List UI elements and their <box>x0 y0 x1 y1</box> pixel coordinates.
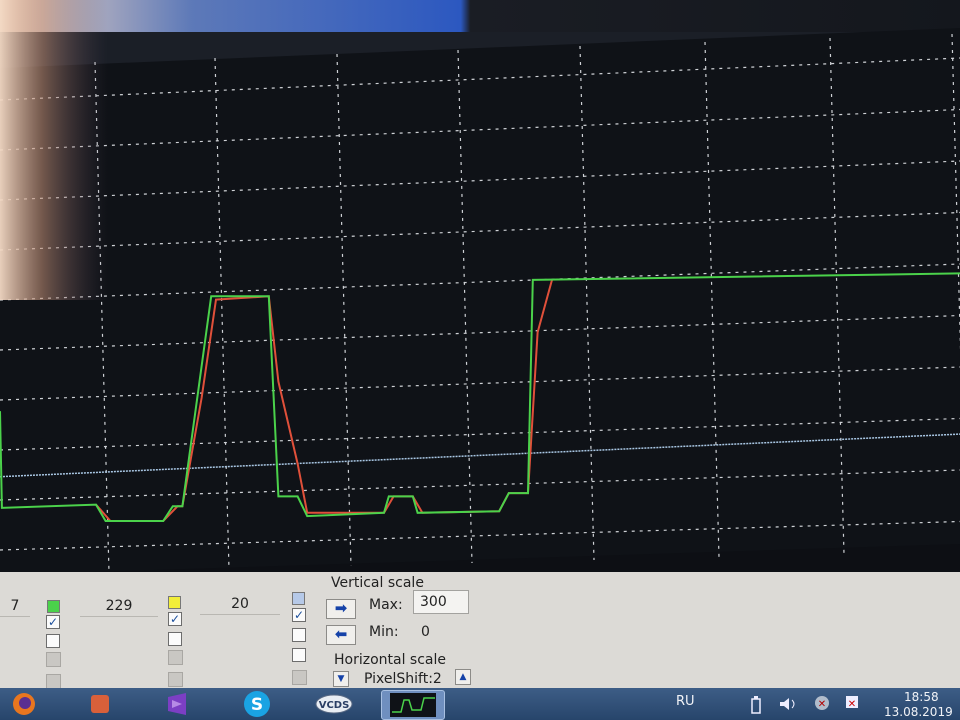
firefox-icon[interactable] <box>4 690 44 718</box>
channel-3c-checkbox[interactable] <box>292 648 306 662</box>
visual-studio-icon[interactable] <box>155 690 199 718</box>
channel-1d-checkbox <box>46 674 61 689</box>
vcds-icon[interactable]: VCDS <box>312 690 356 718</box>
channel-1-value: 7 <box>0 596 30 617</box>
clock-time[interactable]: 18:58 <box>904 690 939 704</box>
network-icon[interactable]: ✕ <box>812 694 832 716</box>
channel-3-value: 20 <box>200 594 280 615</box>
channel-2-color-swatch <box>168 596 181 609</box>
horizontal-scale-label: Horizontal scale <box>334 652 447 668</box>
increase-scale-button[interactable]: ➡ <box>326 599 356 619</box>
channel-2c-checkbox <box>168 650 183 665</box>
channel-3-checkbox[interactable]: ✓ <box>292 608 306 622</box>
svg-text:S: S <box>251 695 263 715</box>
decrease-scale-button[interactable]: ⬅ <box>326 625 356 645</box>
volume-icon[interactable] <box>778 696 798 716</box>
screen-glare <box>0 0 360 300</box>
channel-2-checkbox[interactable]: ✓ <box>168 612 182 626</box>
channel-3-color-swatch <box>292 592 305 605</box>
language-indicator[interactable]: RU <box>676 694 695 709</box>
vertical-scale-label: Vertical scale <box>331 575 424 591</box>
graph-window-icon[interactable] <box>381 690 445 720</box>
channel-1-color-swatch <box>47 600 60 613</box>
channel-3b-checkbox[interactable] <box>292 628 306 642</box>
min-value: 0 <box>421 624 430 640</box>
taskbar: S VCDS RU ✕ ✕ 18:58 13.08.2019 <box>0 688 960 720</box>
scale-controls-panel: 7 ✓ 229 ✓ 20 ✓ Vertical scale ➡ Max: ⬅ M… <box>0 572 960 690</box>
skype-icon[interactable]: S <box>235 690 279 718</box>
pixelshift-down-button[interactable]: ▼ <box>333 671 349 687</box>
clock-date[interactable]: 13.08.2019 <box>884 705 953 719</box>
svg-text:✕: ✕ <box>818 699 826 710</box>
channel-1-checkbox[interactable]: ✓ <box>46 615 60 629</box>
min-label: Min: <box>369 624 399 640</box>
channel-3d-checkbox <box>292 670 307 685</box>
battery-icon[interactable] <box>750 696 762 718</box>
signal-graph <box>0 0 960 580</box>
pixelshift-label: PixelShift:2 <box>364 671 442 687</box>
signal-graph-area <box>0 0 960 580</box>
max-input[interactable] <box>413 590 469 614</box>
max-label: Max: <box>369 597 403 613</box>
channel-2b-checkbox[interactable] <box>168 632 182 646</box>
channel-1b-checkbox[interactable] <box>46 634 60 648</box>
action-center-icon[interactable]: ✕ <box>842 694 862 716</box>
svg-text:VCDS: VCDS <box>319 700 350 711</box>
channel-2-value: 229 <box>80 596 158 617</box>
pixelshift-up-button[interactable]: ▲ <box>455 669 471 685</box>
app-icon[interactable] <box>80 690 120 718</box>
svg-text:✕: ✕ <box>848 699 856 710</box>
channel-1c-checkbox <box>46 652 61 667</box>
channel-2d-checkbox <box>168 672 183 687</box>
